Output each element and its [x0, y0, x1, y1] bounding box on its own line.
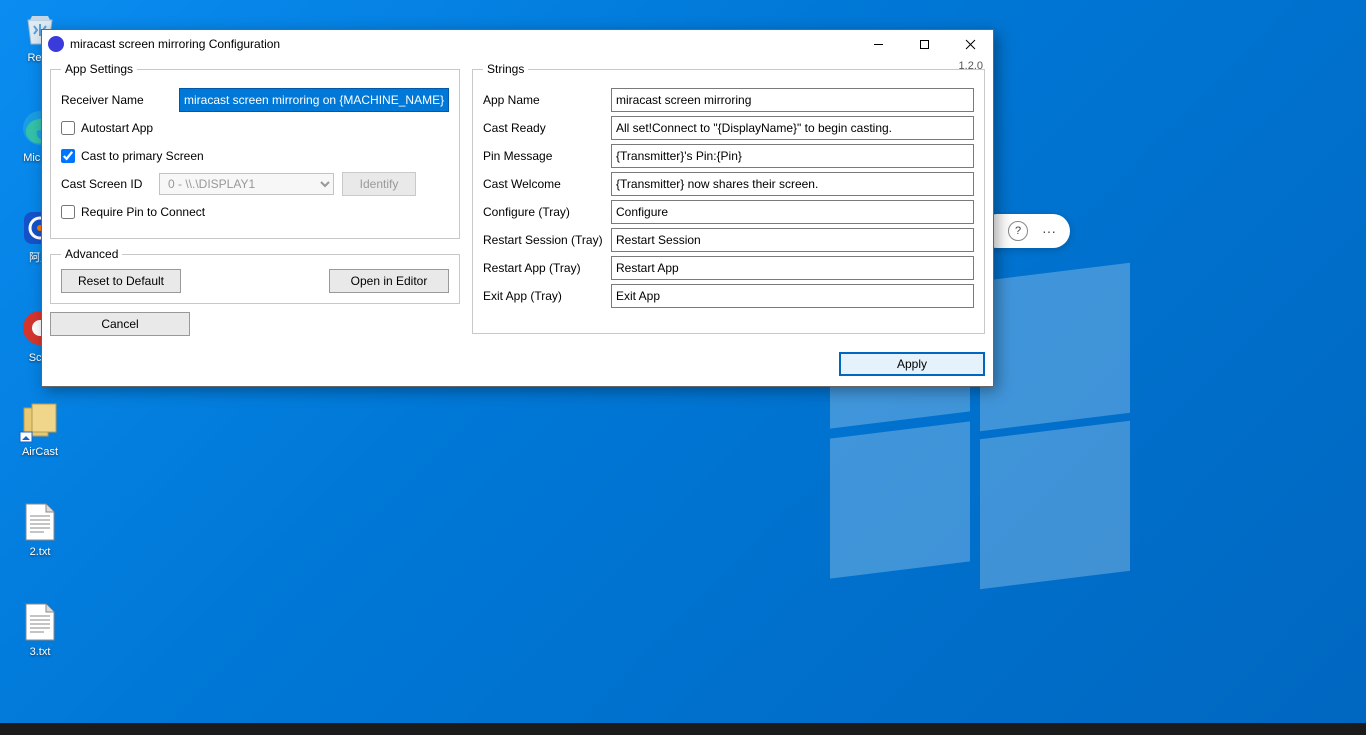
text-file-icon: [18, 600, 62, 644]
version-label: 1.2.0: [959, 60, 983, 72]
desktop-icon-txt3[interactable]: 3.txt: [2, 600, 78, 659]
strings-row-input[interactable]: [611, 116, 974, 140]
strings-row-label: Configure (Tray): [483, 205, 603, 219]
strings-row-label: Restart Session (Tray): [483, 233, 603, 247]
strings-row-input[interactable]: [611, 88, 974, 112]
window-title: miracast screen mirroring Configuration: [70, 37, 855, 51]
cast-primary-checkbox[interactable]: Cast to primary Screen: [61, 149, 204, 163]
text-file-icon: [18, 500, 62, 544]
close-button[interactable]: [947, 30, 993, 58]
aircast-icon: [18, 400, 62, 444]
titlebar[interactable]: miracast screen mirroring Configuration: [42, 30, 993, 58]
app-settings-group: App Settings Receiver Name Autostart App…: [50, 62, 460, 239]
taskbar[interactable]: [0, 723, 1366, 735]
maximize-button[interactable]: [901, 30, 947, 58]
strings-row-input[interactable]: [611, 144, 974, 168]
receiver-name-input[interactable]: [179, 88, 449, 112]
strings-group: Strings App Name Cast Ready Pin Message Cas…: [472, 62, 985, 334]
autostart-checkbox[interactable]: Autostart App: [61, 121, 153, 135]
help-icon[interactable]: ?: [1008, 221, 1028, 241]
advanced-legend: Advanced: [61, 247, 122, 261]
strings-row-input[interactable]: [611, 200, 974, 224]
strings-row-label: Pin Message: [483, 149, 603, 163]
more-icon[interactable]: ···: [1042, 223, 1056, 239]
app-settings-legend: App Settings: [61, 62, 137, 76]
strings-row-input[interactable]: [611, 172, 974, 196]
cast-screen-id-label: Cast Screen ID: [61, 177, 151, 191]
open-editor-button[interactable]: Open in Editor: [329, 269, 449, 293]
minimize-button[interactable]: [855, 30, 901, 58]
cancel-button[interactable]: Cancel: [50, 312, 190, 336]
strings-row-label: Restart App (Tray): [483, 261, 603, 275]
strings-row-label: Cast Ready: [483, 121, 603, 135]
cast-screen-id-select: 0 - \\.\DISPLAY1: [159, 173, 334, 195]
strings-legend: Strings: [483, 62, 528, 76]
app-icon: [48, 36, 64, 52]
desktop-icon-txt2[interactable]: 2.txt: [2, 500, 78, 559]
reset-default-button[interactable]: Reset to Default: [61, 269, 181, 293]
strings-row-label: App Name: [483, 93, 603, 107]
strings-row-input[interactable]: [611, 256, 974, 280]
strings-row-label: Exit App (Tray): [483, 289, 603, 303]
strings-row-input[interactable]: [611, 284, 974, 308]
strings-row-label: Cast Welcome: [483, 177, 603, 191]
desktop-icon-aircast[interactable]: AirCast: [2, 400, 78, 459]
identify-button: Identify: [342, 172, 416, 196]
apply-button[interactable]: Apply: [839, 352, 985, 376]
config-dialog: miracast screen mirroring Configuration …: [41, 29, 994, 387]
require-pin-checkbox[interactable]: Require Pin to Connect: [61, 205, 205, 219]
receiver-name-label: Receiver Name: [61, 93, 171, 107]
advanced-group: Advanced Reset to Default Open in Editor: [50, 247, 460, 304]
strings-row-input[interactable]: [611, 228, 974, 252]
